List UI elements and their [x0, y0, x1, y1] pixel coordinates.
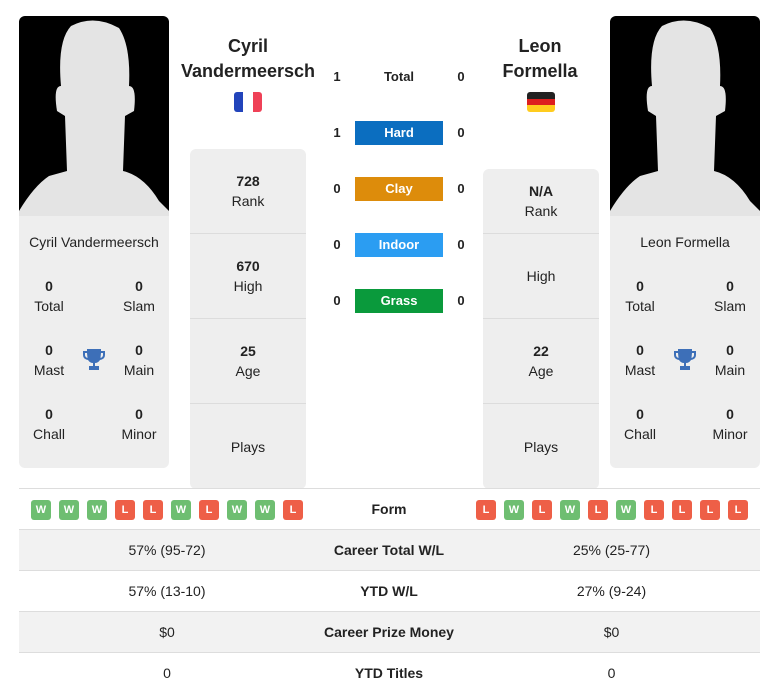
surface-clay-button[interactable]: Clay — [355, 177, 443, 201]
h2h-hard: 1 Hard 0 — [330, 121, 470, 145]
form-badge-win[interactable]: W — [255, 500, 275, 520]
player1-card: Cyril Vandermeersch 0 Total 0 Slam 0 Mast 0… — [19, 216, 169, 468]
player1-stat-age: 25 Age — [190, 319, 306, 404]
form-badge-loss[interactable]: L — [728, 500, 748, 520]
form-badge-loss[interactable]: L — [283, 500, 303, 520]
form-badge-loss[interactable]: L — [532, 500, 552, 520]
player2-stats-card: N/A Rank High 22 Age Plays — [483, 169, 599, 489]
player1-card-name: Cyril Vandermeersch — [29, 234, 159, 250]
surface-hard-button[interactable]: Hard — [355, 121, 443, 145]
player1-form: WWWLLWLWWL — [31, 500, 303, 520]
table-row: $0 Career Prize Money $0 — [19, 612, 760, 653]
player1-stat-rank: 728 Rank — [190, 149, 306, 234]
h2h-total-p1: 1 — [333, 69, 341, 84]
trophy-icon — [674, 349, 696, 370]
comparison-table: WWWLLWLWWL Form LWLWLWLLLL 57% (95-72) C… — [19, 488, 760, 694]
silhouette-icon — [610, 20, 760, 216]
h2h-indoor: 0 Indoor 0 — [330, 233, 470, 257]
form-badge-win[interactable]: W — [227, 500, 247, 520]
player2-titles-minor: 0 Minor — [712, 406, 748, 442]
table-row: 0 YTD Titles 0 — [163, 665, 616, 681]
player1-stats-card: 728 Rank 670 High 25 Age Plays — [190, 149, 306, 489]
table-row: 57% (95-72) Career Total W/L 25% (25-77) — [19, 530, 760, 571]
form-badge-loss[interactable]: L — [143, 500, 163, 520]
player2-stat-age: 22 Age — [483, 319, 599, 404]
form-badge-loss[interactable]: L — [700, 500, 720, 520]
player2-titles-chall: 0 Chall — [624, 406, 656, 442]
player2-titles-main: 0 Main — [714, 342, 746, 378]
trophy-icon — [83, 349, 105, 370]
form-badge-win[interactable]: W — [59, 500, 79, 520]
player1-stat-plays: Plays — [230, 438, 266, 455]
form-badge-win[interactable]: W — [87, 500, 107, 520]
france-flag-icon — [234, 92, 262, 112]
surface-indoor-button[interactable]: Indoor — [355, 233, 443, 257]
player1-titles-main: 0 Main — [123, 342, 155, 378]
player2-card-name: Leon Formella — [640, 234, 730, 250]
player1-titles-chall: 0 Chall — [33, 406, 65, 442]
table-row: 57% (13-10) YTD W/L 27% (9-24) — [19, 571, 760, 612]
player2-titles-slam: 0 Slam — [714, 278, 746, 314]
h2h-grass: 0 Grass 0 — [330, 289, 470, 313]
player2-titles-mast: 0 Mast — [624, 342, 656, 378]
form-badge-win[interactable]: W — [616, 500, 636, 520]
player1-titles-minor: 0 Minor — [121, 406, 157, 442]
player1-titles-slam: 0 Slam — [123, 278, 155, 314]
player2-stat-high: High — [483, 234, 599, 319]
h2h-total: 1 Total 0 — [330, 65, 470, 89]
player2-name[interactable]: Leon Formella — [460, 34, 620, 84]
h2h-clay: 0 Clay 0 — [330, 177, 470, 201]
player1-photo — [19, 16, 169, 216]
h2h-total-label: Total — [383, 69, 415, 84]
player1-titles-mast: 0 Mast — [33, 342, 65, 378]
player2-card: Leon Formella 0 Total 0 Slam 0 Mast 0 Main 0… — [610, 216, 760, 468]
player2-photo — [610, 16, 760, 216]
form-label: Form — [371, 501, 407, 517]
player1-stat-high: 670 High — [190, 234, 306, 319]
player2-stat-plays: Plays — [523, 438, 559, 455]
silhouette-icon — [19, 20, 169, 216]
form-badge-win[interactable]: W — [171, 500, 191, 520]
form-badge-win[interactable]: W — [504, 500, 524, 520]
form-row: WWWLLWLWWL Form LWLWLWLLLL — [19, 489, 760, 530]
player2-form: LWLWLWLLLL — [476, 500, 748, 520]
player2-stat-rank: N/A Rank — [483, 169, 599, 234]
form-badge-loss[interactable]: L — [476, 500, 496, 520]
player2-titles-total: 0 Total — [625, 278, 655, 314]
form-badge-win[interactable]: W — [31, 500, 51, 520]
form-badge-loss[interactable]: L — [199, 500, 219, 520]
player1-titles-total: 0 Total — [34, 278, 64, 314]
form-badge-win[interactable]: W — [560, 500, 580, 520]
player1-name[interactable]: Cyril Vandermeersch — [168, 34, 328, 84]
form-badge-loss[interactable]: L — [588, 500, 608, 520]
germany-flag-icon — [527, 92, 555, 112]
form-badge-loss[interactable]: L — [115, 500, 135, 520]
form-badge-loss[interactable]: L — [672, 500, 692, 520]
surface-grass-button[interactable]: Grass — [355, 289, 443, 313]
form-badge-loss[interactable]: L — [644, 500, 664, 520]
